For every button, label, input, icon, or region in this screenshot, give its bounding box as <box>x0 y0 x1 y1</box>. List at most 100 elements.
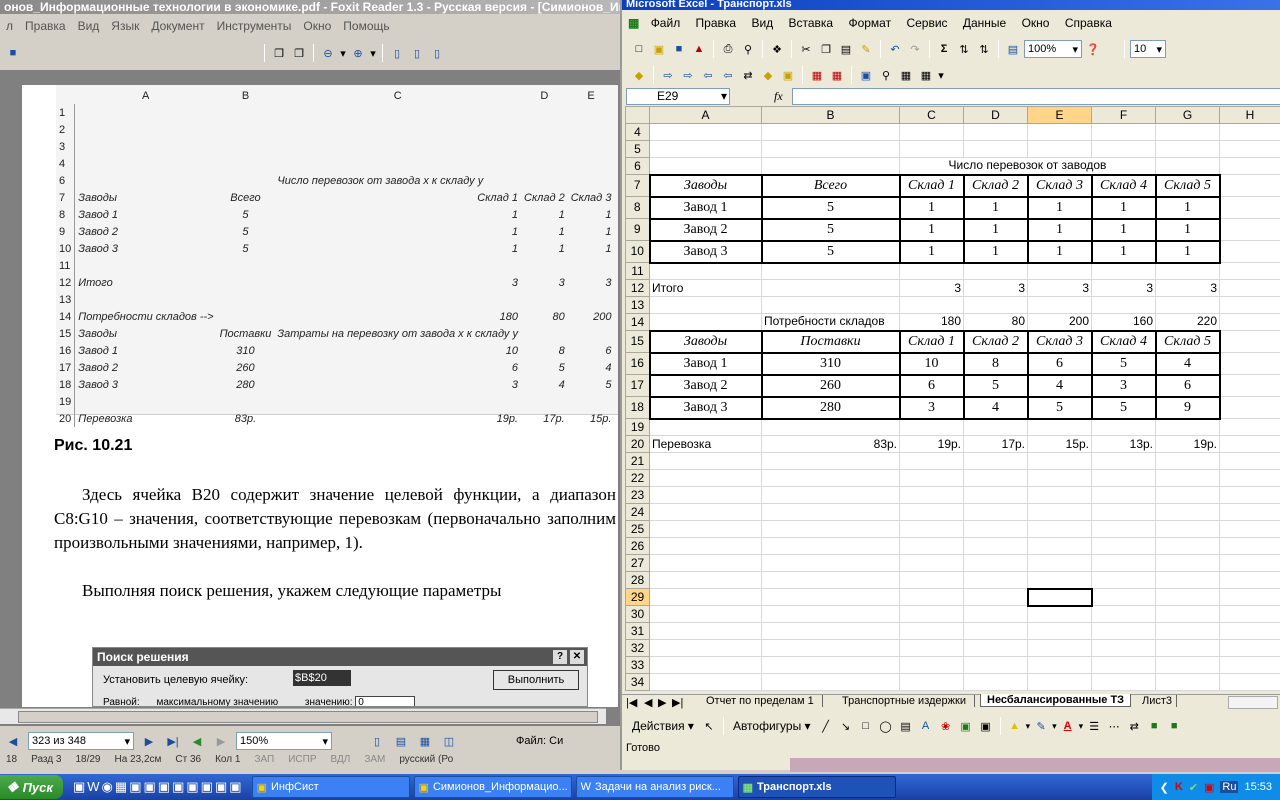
row-header[interactable]: 19 <box>625 418 650 436</box>
row-header[interactable]: 32 <box>625 639 650 657</box>
cell[interactable] <box>1219 352 1280 375</box>
cell[interactable] <box>1027 503 1092 521</box>
cell-cost[interactable]: 4 <box>962 395 1029 420</box>
sheet-hscroll[interactable] <box>1228 696 1278 709</box>
excel-menu-edit[interactable]: Правка <box>690 14 743 32</box>
cell[interactable] <box>899 262 964 280</box>
autosum-icon[interactable]: Σ <box>935 40 953 58</box>
cell-cost[interactable]: 3 <box>1090 373 1157 398</box>
cell-total[interactable]: 3 <box>1091 279 1156 297</box>
copy-icon[interactable]: ❐ <box>817 40 835 58</box>
cell-transport[interactable]: 13р. <box>1091 435 1156 453</box>
chevron-down-icon[interactable]: ▾ <box>1026 721 1031 732</box>
cell-need[interactable]: 220 <box>1155 313 1220 331</box>
sort-desc-icon[interactable]: ⇅ <box>975 40 993 58</box>
cell[interactable] <box>899 469 964 487</box>
font-color-icon[interactable]: A <box>1059 717 1077 735</box>
cell[interactable] <box>1027 673 1092 691</box>
sheet-tab[interactable]: Отчет по пределам 1 <box>698 695 823 707</box>
cell-shipment[interactable]: 1 <box>962 217 1029 242</box>
cell[interactable] <box>649 622 762 640</box>
excel-menu-window[interactable]: Окно <box>1016 14 1056 32</box>
cell-header[interactable]: Склад 4 <box>1090 173 1157 198</box>
cell-need[interactable]: 160 <box>1091 313 1156 331</box>
cell-shipment[interactable]: 1 <box>962 239 1029 264</box>
cell[interactable] <box>761 140 900 158</box>
cell-header[interactable]: Склад 3 <box>1026 173 1093 198</box>
cell[interactable] <box>1027 639 1092 657</box>
cell[interactable] <box>1027 571 1092 589</box>
row-header[interactable]: 16 <box>625 352 650 375</box>
cell[interactable] <box>1091 469 1156 487</box>
tray-app-icon[interactable]: ▣ <box>1204 781 1214 794</box>
cell[interactable] <box>1219 296 1280 314</box>
cell-transport-label[interactable]: Перевозка <box>649 435 762 453</box>
cell[interactable] <box>1155 656 1220 674</box>
back-icon[interactable]: ◀ <box>188 732 206 750</box>
foxit-menu-tools[interactable]: Инструменты <box>211 17 298 35</box>
cell[interactable] <box>1155 571 1220 589</box>
cell-total[interactable]: 3 <box>1155 279 1220 297</box>
cell-header[interactable]: Склад 5 <box>1154 329 1221 354</box>
cell[interactable] <box>963 262 1028 280</box>
cell[interactable] <box>963 554 1028 572</box>
cell[interactable] <box>1155 588 1220 606</box>
sort-asc-icon[interactable]: ⇅ <box>955 40 973 58</box>
cell[interactable] <box>1155 486 1220 504</box>
cell[interactable] <box>1219 262 1280 280</box>
cell[interactable] <box>761 486 900 504</box>
save-icon[interactable]: ■ <box>4 44 22 62</box>
row-header[interactable]: 24 <box>625 503 650 521</box>
autoshapes-menu[interactable]: Автофигуры ▾ <box>729 719 815 733</box>
row-header[interactable]: 12 <box>625 279 650 297</box>
cell[interactable] <box>899 673 964 691</box>
arrow-style-icon[interactable]: ⇄ <box>1125 717 1143 735</box>
table-icon[interactable]: ▦ <box>917 66 935 84</box>
drawing-actions-menu[interactable]: Действия ▾ <box>628 719 698 733</box>
cell[interactable] <box>963 537 1028 555</box>
cell[interactable] <box>1027 123 1092 141</box>
cell[interactable] <box>1219 196 1280 219</box>
excel-icon[interactable]: ▦ <box>115 779 127 795</box>
cell[interactable] <box>761 588 900 606</box>
cell[interactable] <box>1027 418 1092 436</box>
foxit-menu-doc[interactable]: Документ <box>145 17 210 35</box>
cell[interactable] <box>1155 452 1220 470</box>
cell[interactable] <box>761 123 900 141</box>
row-header[interactable]: 28 <box>625 571 650 589</box>
cell[interactable] <box>899 123 964 141</box>
cell[interactable] <box>1091 605 1156 623</box>
cell-header[interactable]: Заводы <box>648 173 763 198</box>
cell[interactable] <box>761 622 900 640</box>
column-header[interactable]: G <box>1155 106 1220 124</box>
cell[interactable] <box>1027 656 1092 674</box>
textbox-icon[interactable]: ▤ <box>897 717 915 735</box>
wordart-icon[interactable]: A <box>917 717 935 735</box>
cell[interactable] <box>963 503 1028 521</box>
3d-icon[interactable]: ■ <box>1165 717 1183 735</box>
cell[interactable] <box>1027 140 1092 158</box>
cell[interactable] <box>1091 588 1156 606</box>
cell[interactable] <box>1155 157 1220 175</box>
cell[interactable] <box>1027 622 1092 640</box>
cell[interactable] <box>761 262 900 280</box>
cell[interactable] <box>649 313 762 331</box>
foxit-menu-view[interactable]: Вид <box>72 17 106 35</box>
cell[interactable] <box>963 469 1028 487</box>
cell[interactable] <box>761 418 900 436</box>
trace-precedents-icon[interactable]: ⇨ <box>659 66 677 84</box>
row-header[interactable]: 29 <box>625 588 650 606</box>
cell[interactable] <box>1219 396 1280 419</box>
taskbar-task[interactable]: W Задачи на анализ риск... <box>575 776 734 798</box>
cell[interactable] <box>761 503 900 521</box>
cell-cost[interactable]: 6 <box>898 373 965 398</box>
undo-icon[interactable]: ↶ <box>886 40 904 58</box>
cell[interactable] <box>1155 123 1220 141</box>
remove-dependents-icon[interactable]: ⇦ <box>719 66 737 84</box>
cell-shipment[interactable]: 1 <box>1154 217 1221 242</box>
cell[interactable] <box>1091 554 1156 572</box>
formula-input[interactable] <box>792 88 1280 105</box>
line-icon[interactable]: ╱ <box>817 717 835 735</box>
cell[interactable] <box>899 605 964 623</box>
first-page-icon[interactable]: ◀ <box>4 732 22 750</box>
